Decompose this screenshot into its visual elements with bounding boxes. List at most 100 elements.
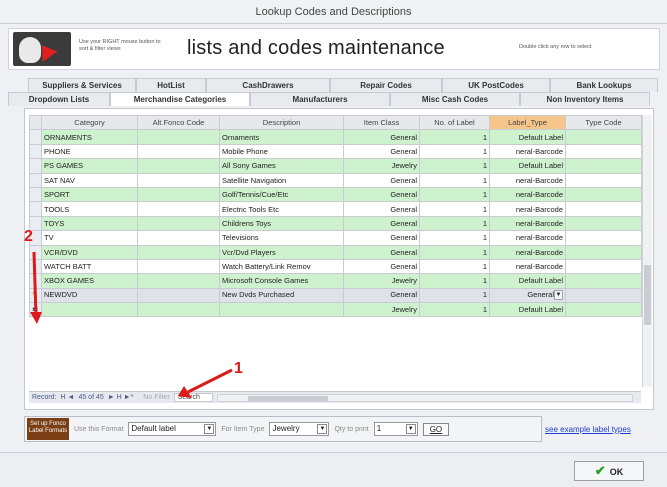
cell-label-type[interactable]: neral-Barcode bbox=[489, 215, 566, 232]
tab-uk-postcodes[interactable]: UK PostCodes bbox=[442, 78, 550, 92]
cell-label-type[interactable]: neral-Barcode bbox=[489, 230, 566, 246]
cell-item-class[interactable]: Jewelry bbox=[343, 273, 420, 289]
row-selector[interactable] bbox=[29, 129, 42, 145]
cell-item-class[interactable]: General bbox=[343, 201, 420, 217]
cell-type-code[interactable] bbox=[565, 129, 642, 145]
go-button[interactable]: GO bbox=[422, 422, 450, 436]
column-header-item-class[interactable]: Item Class bbox=[343, 114, 420, 131]
cell-label-type[interactable]: neral-Barcode bbox=[489, 258, 566, 275]
cell-description[interactable]: Mobile Phone bbox=[219, 143, 344, 160]
table-row[interactable]: WATCH BATT Watch Battery/Link Remov Genera… bbox=[29, 258, 642, 275]
row-selector[interactable] bbox=[29, 244, 42, 260]
cell-category[interactable]: ORNAMENTS bbox=[41, 129, 138, 145]
cell-no-of-label[interactable]: 1 bbox=[419, 273, 490, 289]
cell-description[interactable] bbox=[219, 302, 344, 318]
cell-category[interactable]: VCR/DVD bbox=[41, 244, 138, 260]
column-header-description[interactable]: Description bbox=[219, 114, 344, 131]
search-input[interactable]: Search bbox=[173, 393, 213, 402]
cell-description[interactable]: All Sony Games bbox=[219, 158, 344, 174]
cell-category[interactable]: SPORT bbox=[41, 186, 138, 203]
cell-type-code[interactable] bbox=[565, 201, 642, 217]
setup-label-formats-button[interactable]: Set up Fonco Label Formats bbox=[27, 418, 69, 440]
cell-label-type[interactable]: Default Label bbox=[489, 302, 566, 318]
table-row[interactable]: ✱ Jewelry 1 Default Label bbox=[29, 302, 642, 318]
cell-item-class[interactable]: Jewelry bbox=[343, 158, 420, 174]
cell-no-of-label[interactable]: 1 bbox=[419, 302, 490, 318]
row-selector[interactable]: ✎ bbox=[29, 287, 42, 304]
cell-item-class[interactable]: General bbox=[343, 129, 420, 145]
row-selector[interactable] bbox=[29, 172, 42, 188]
cell-label-type[interactable]: Default Label bbox=[489, 158, 566, 174]
cell-type-code[interactable] bbox=[565, 302, 642, 318]
cell-alt-code[interactable] bbox=[137, 230, 220, 246]
cell-no-of-label[interactable]: 1 bbox=[419, 158, 490, 174]
cell-alt-code[interactable] bbox=[137, 244, 220, 260]
cell-label-type[interactable]: neral-Barcode bbox=[489, 201, 566, 217]
cell-item-class[interactable]: General bbox=[343, 230, 420, 246]
chevron-down-icon[interactable]: ▼ bbox=[317, 424, 328, 434]
nav-first-prev-buttons[interactable]: H ◄ bbox=[61, 394, 75, 401]
cell-no-of-label[interactable]: 1 bbox=[419, 287, 490, 304]
cell-description[interactable]: Vcr/Dvd Players bbox=[219, 244, 344, 260]
column-header-label-type[interactable]: Label_Type bbox=[489, 114, 566, 131]
tab-misc-cash-codes[interactable]: Misc Cash Codes bbox=[390, 92, 520, 106]
row-selector[interactable]: ✱ bbox=[29, 302, 42, 318]
tab-hotlist[interactable]: HotList bbox=[136, 78, 206, 92]
row-selector[interactable] bbox=[29, 258, 42, 275]
format-select[interactable]: Default label ▼ bbox=[128, 422, 217, 436]
table-row[interactable]: TOOLS Electric Tools Etc General 1 neral-Bar… bbox=[29, 201, 642, 217]
qty-select[interactable]: 1 ▼ bbox=[373, 422, 418, 436]
table-row[interactable]: TV Televisions General 1 neral-Barcode bbox=[29, 230, 642, 246]
column-header-category[interactable]: Category bbox=[41, 114, 138, 131]
tab-dropdown-lists[interactable]: Dropdown Lists bbox=[8, 92, 110, 106]
cell-no-of-label[interactable]: 1 bbox=[419, 258, 490, 275]
cell-no-of-label[interactable]: 1 bbox=[419, 172, 490, 188]
cell-label-type[interactable]: neral-Barcode bbox=[489, 244, 566, 260]
cell-item-class[interactable]: General bbox=[343, 215, 420, 232]
cell-alt-code[interactable] bbox=[137, 302, 220, 318]
cell-no-of-label[interactable]: 1 bbox=[419, 201, 490, 217]
cell-category[interactable]: TOYS bbox=[41, 215, 138, 232]
cell-no-of-label[interactable]: 1 bbox=[419, 230, 490, 246]
cell-alt-code[interactable] bbox=[137, 143, 220, 160]
cell-no-of-label[interactable]: 1 bbox=[419, 143, 490, 160]
cell-description[interactable]: Televisions bbox=[219, 230, 344, 246]
row-selector[interactable] bbox=[29, 143, 42, 160]
ok-button[interactable]: ✔ OK bbox=[574, 461, 644, 481]
cell-item-class[interactable]: General bbox=[343, 172, 420, 188]
cell-category[interactable] bbox=[41, 302, 138, 318]
row-selector[interactable] bbox=[29, 273, 42, 289]
cell-description[interactable]: Ornaments bbox=[219, 129, 344, 145]
cell-description[interactable]: Satellite Navigation bbox=[219, 172, 344, 188]
table-row[interactable]: PS GAMES All Sony Games Jewelry 1 Default La… bbox=[29, 158, 642, 174]
cell-category[interactable]: TOOLS bbox=[41, 201, 138, 217]
row-selector[interactable] bbox=[29, 186, 42, 203]
cell-label-type[interactable]: General ▼ bbox=[489, 287, 566, 304]
cell-alt-code[interactable] bbox=[137, 258, 220, 275]
tab-suppliers-services[interactable]: Suppliers & Services bbox=[28, 78, 136, 92]
cell-description[interactable]: Watch Battery/Link Remov bbox=[219, 258, 344, 275]
cell-item-class[interactable]: General bbox=[343, 244, 420, 260]
cell-alt-code[interactable] bbox=[137, 287, 220, 304]
cell-type-code[interactable] bbox=[565, 143, 642, 160]
chevron-down-icon[interactable]: ▼ bbox=[204, 424, 215, 434]
no-filter-indicator[interactable]: No Filter bbox=[143, 394, 169, 401]
cell-item-class[interactable]: General bbox=[343, 186, 420, 203]
cell-alt-code[interactable] bbox=[137, 215, 220, 232]
cell-no-of-label[interactable]: 1 bbox=[419, 129, 490, 145]
tab-cashdrawers[interactable]: CashDrawers bbox=[206, 78, 330, 92]
cell-type-code[interactable] bbox=[565, 244, 642, 260]
record-position[interactable]: 45 of 45 bbox=[78, 394, 103, 401]
cell-label-type[interactable]: neral-Barcode bbox=[489, 172, 566, 188]
cell-alt-code[interactable] bbox=[137, 201, 220, 217]
tab-repair-codes[interactable]: Repair Codes bbox=[330, 78, 442, 92]
chevron-down-icon[interactable]: ▼ bbox=[554, 290, 563, 301]
cell-alt-code[interactable] bbox=[137, 273, 220, 289]
cell-no-of-label[interactable]: 1 bbox=[419, 215, 490, 232]
nav-next-last-new-buttons[interactable]: ► H ►* bbox=[108, 394, 134, 401]
cell-category[interactable]: XBOX GAMES bbox=[41, 273, 138, 289]
cell-no-of-label[interactable]: 1 bbox=[419, 244, 490, 260]
table-row[interactable]: ORNAMENTS Ornaments General 1 Default Label bbox=[29, 129, 642, 145]
cell-category[interactable]: NEWDVD bbox=[41, 287, 138, 304]
chevron-down-icon[interactable]: ▼ bbox=[405, 424, 416, 434]
